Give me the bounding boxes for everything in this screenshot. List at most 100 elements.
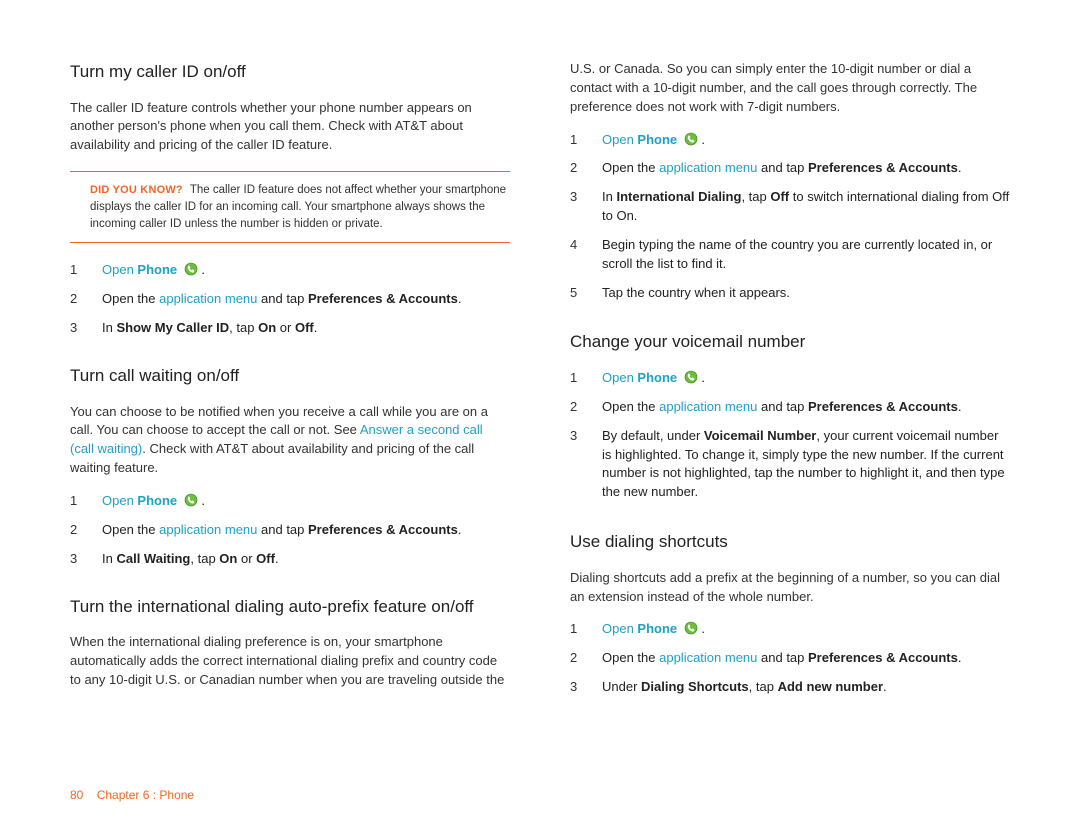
t: On: [258, 320, 276, 335]
t: Add new number: [778, 679, 883, 694]
step-body: Open the application menu and tap Prefer…: [602, 159, 1010, 178]
t: Open the: [102, 522, 159, 537]
t: .: [701, 621, 705, 636]
application-menu-link[interactable]: application menu: [659, 650, 757, 665]
open-phone-link[interactable]: Open Phone: [102, 262, 181, 277]
step: Open the application menu and tap Prefer…: [570, 649, 1010, 668]
t: Phone: [637, 370, 677, 385]
step-body: Tap the country when it appears.: [602, 284, 1010, 303]
steps-call-waiting: Open Phone . Open the application menu a…: [70, 492, 510, 569]
t: and tap: [257, 291, 308, 306]
t: Preferences & Accounts: [308, 291, 458, 306]
t: .: [958, 160, 962, 175]
step: In Call Waiting, tap On or Off.: [70, 550, 510, 569]
t: By default, under: [602, 428, 704, 443]
paragraph: When the international dialing preferenc…: [70, 633, 510, 690]
t: Open: [602, 621, 637, 636]
t: Off: [770, 189, 789, 204]
t: , tap: [190, 551, 219, 566]
t: International Dialing: [616, 189, 741, 204]
did-you-know-callout: DID YOU KNOW? The caller ID feature does…: [70, 171, 510, 243]
step-body: Open Phone .: [102, 492, 510, 511]
step: Open Phone .: [570, 620, 1010, 639]
t: Open: [602, 132, 637, 147]
paragraph-continued: U.S. or Canada. So you can simply enter …: [570, 60, 1010, 117]
t: or: [237, 551, 256, 566]
step-body: In Call Waiting, tap On or Off.: [102, 550, 510, 569]
phone-icon: [184, 493, 198, 507]
t: .: [201, 493, 205, 508]
t: .: [201, 262, 205, 277]
page-number: 80: [70, 788, 83, 802]
t: In: [102, 320, 116, 335]
open-phone-link[interactable]: Open Phone: [602, 132, 681, 147]
application-menu-link[interactable]: application menu: [159, 522, 257, 537]
t: Off: [295, 320, 314, 335]
application-menu-link[interactable]: application menu: [659, 399, 757, 414]
t: , tap: [749, 679, 778, 694]
step-body: Under Dialing Shortcuts, tap Add new num…: [602, 678, 1010, 697]
step-body: Open Phone .: [102, 261, 510, 280]
t: Phone: [637, 132, 677, 147]
t: .: [883, 679, 887, 694]
step-body: By default, under Voicemail Number, your…: [602, 427, 1010, 502]
open-phone-link[interactable]: Open Phone: [602, 621, 681, 636]
step: In International Dialing, tap Off to swi…: [570, 188, 1010, 226]
t: Preferences & Accounts: [808, 160, 958, 175]
steps-caller-id: Open Phone . Open the application menu a…: [70, 261, 510, 338]
t: .: [958, 650, 962, 665]
t: and tap: [757, 650, 808, 665]
t: Preferences & Accounts: [808, 399, 958, 414]
open-phone-link[interactable]: Open Phone: [602, 370, 681, 385]
phone-icon: [684, 132, 698, 146]
application-menu-link[interactable]: application menu: [659, 160, 757, 175]
chapter-label: Chapter 6 : Phone: [97, 788, 194, 802]
step: In Show My Caller ID, tap On or Off.: [70, 319, 510, 338]
t: Phone: [637, 621, 677, 636]
manual-page: Turn my caller ID on/off The caller ID f…: [0, 0, 1080, 834]
t: Preferences & Accounts: [808, 650, 958, 665]
heading-call-waiting: Turn call waiting on/off: [70, 364, 510, 389]
callout-label: DID YOU KNOW?: [90, 184, 183, 196]
step: Begin typing the name of the country you…: [570, 236, 1010, 274]
step-body: Open the application menu and tap Prefer…: [602, 398, 1010, 417]
step-body: Begin typing the name of the country you…: [602, 236, 1010, 274]
t: .: [701, 370, 705, 385]
phone-icon: [684, 370, 698, 384]
step: Open Phone .: [570, 131, 1010, 150]
t: Phone: [137, 262, 177, 277]
t: Show My Caller ID: [116, 320, 229, 335]
step-body: Open the application menu and tap Prefer…: [102, 290, 510, 309]
t: Voicemail Number: [704, 428, 816, 443]
step: Open Phone .: [570, 369, 1010, 388]
t: Preferences & Accounts: [308, 522, 458, 537]
t: Open the: [602, 399, 659, 414]
step: Open the application menu and tap Prefer…: [570, 159, 1010, 178]
t: .: [958, 399, 962, 414]
t: , tap: [229, 320, 258, 335]
heading-caller-id: Turn my caller ID on/off: [70, 60, 510, 85]
open-phone-link[interactable]: Open Phone: [102, 493, 181, 508]
step: Under Dialing Shortcuts, tap Add new num…: [570, 678, 1010, 697]
step: By default, under Voicemail Number, your…: [570, 427, 1010, 502]
t: In: [602, 189, 616, 204]
step: Open the application menu and tap Prefer…: [570, 398, 1010, 417]
paragraph: The caller ID feature controls whether y…: [70, 99, 510, 156]
t: or: [276, 320, 295, 335]
heading-dialing-shortcuts: Use dialing shortcuts: [570, 530, 1010, 555]
step: Open Phone .: [70, 261, 510, 280]
t: Call Waiting: [116, 551, 190, 566]
t: Under: [602, 679, 641, 694]
application-menu-link[interactable]: application menu: [159, 291, 257, 306]
phone-icon: [184, 262, 198, 276]
heading-intl-dialing: Turn the international dialing auto-pref…: [70, 595, 510, 620]
left-column: Turn my caller ID on/off The caller ID f…: [70, 60, 510, 761]
step-body: In International Dialing, tap Off to swi…: [602, 188, 1010, 226]
t: , tap: [741, 189, 770, 204]
t: In: [102, 551, 116, 566]
steps-intl-dialing: Open Phone . Open the application menu a…: [570, 131, 1010, 303]
page-footer: 80 Chapter 6 : Phone: [70, 781, 1010, 804]
t: .: [458, 522, 462, 537]
t: Open the: [102, 291, 159, 306]
t: Dialing Shortcuts: [641, 679, 749, 694]
